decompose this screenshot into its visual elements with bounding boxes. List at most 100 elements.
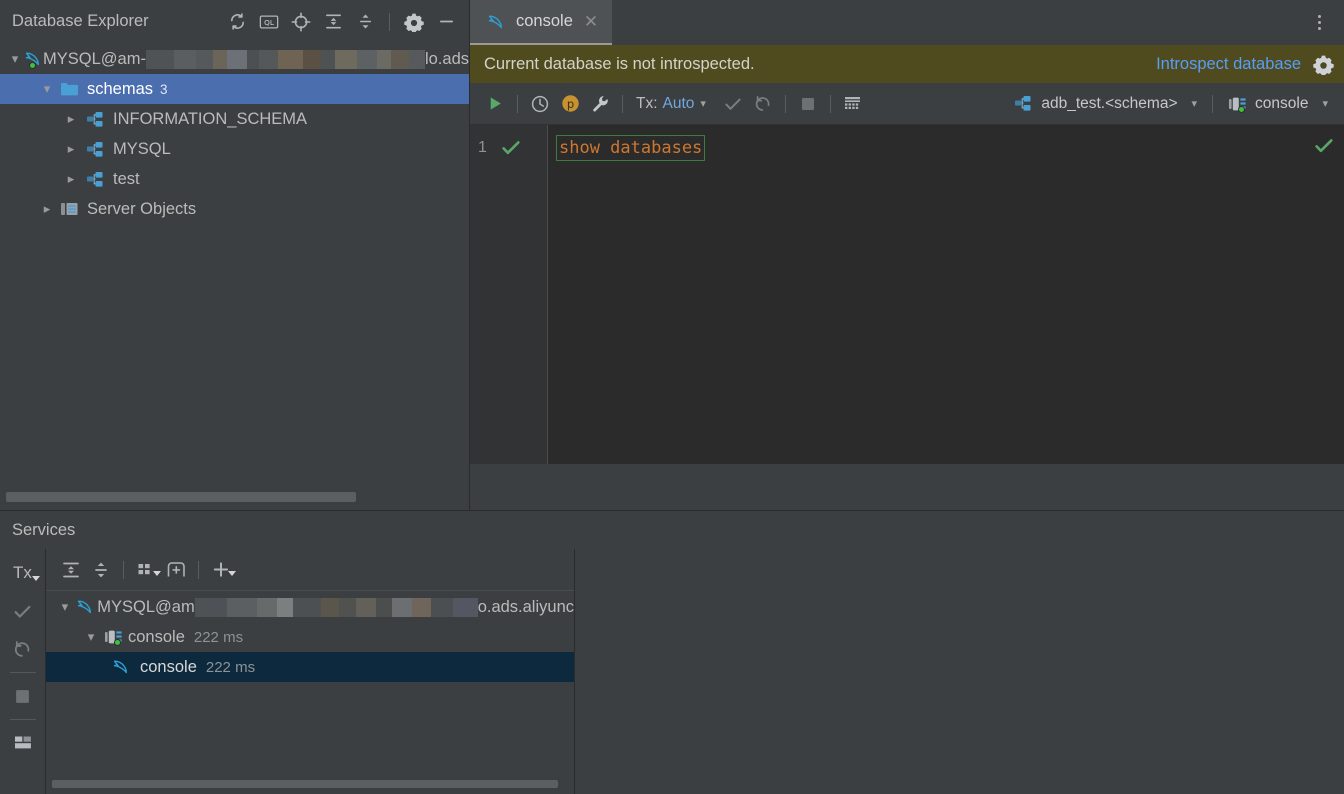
chevron-right-icon[interactable] [62, 171, 80, 187]
tab-label: console [516, 12, 573, 30]
settings-gear-icon[interactable] [399, 7, 429, 37]
services-title-label: Services [12, 520, 76, 539]
database-explorer-horizontal-scrollbar[interactable] [6, 492, 356, 502]
services-tree-horizontal-scrollbar[interactable] [52, 780, 558, 788]
tree-item-server-objects[interactable]: Server Objects [0, 194, 469, 224]
services-title: Services [0, 511, 1344, 549]
services-tree-item-label: console [128, 627, 185, 646]
add-icon[interactable] [206, 555, 236, 585]
rail-divider [9, 719, 36, 720]
toolbar-divider [198, 560, 199, 579]
tx-value-label: Auto [662, 94, 695, 112]
chevron-down-icon[interactable] [82, 629, 100, 645]
database-explorer-tree[interactable]: MYSQL@am- lo.ads s [0, 44, 469, 510]
commit-icon[interactable] [718, 89, 748, 119]
data-source-properties-icon[interactable] [585, 89, 615, 119]
tree-item-label: MYSQL@am- [43, 49, 146, 68]
services-tree[interactable]: MYSQL@am o.ads.aliyunc [46, 592, 574, 794]
layout-icon[interactable] [5, 725, 41, 761]
sql-editor-body[interactable]: 1 show databases [470, 125, 1344, 464]
session-selector-label: console [1255, 94, 1309, 112]
session-duration: 222 ms [193, 628, 244, 646]
tree-item-mysql-schema[interactable]: MYSQL [0, 134, 469, 164]
collapse-all-icon[interactable] [86, 555, 116, 585]
stop-icon[interactable] [793, 89, 823, 119]
transaction-mode-selector[interactable]: Tx: Auto ▾ [630, 95, 712, 113]
scroll-from-source-icon[interactable] [286, 7, 316, 37]
close-icon[interactable]: ✕ [584, 12, 598, 32]
chevron-down-icon[interactable] [58, 599, 72, 615]
chevron-down-icon[interactable]: ▾ [700, 97, 706, 110]
introspect-database-link[interactable]: Introspect database [1156, 55, 1301, 74]
toolbar-divider [622, 94, 623, 113]
database-explorer-toolbar: QL [222, 7, 469, 37]
chevron-down-icon[interactable]: ▾ [1322, 97, 1328, 110]
collapse-all-icon[interactable] [350, 7, 380, 37]
tree-item-label: MYSQL [113, 139, 171, 158]
schema-icon [86, 111, 105, 128]
tx-button[interactable]: Tx [5, 555, 41, 591]
hide-icon[interactable] [431, 7, 461, 37]
tree-item-schemas[interactable]: schemas 3 [0, 74, 469, 104]
group-by-icon[interactable] [131, 555, 161, 585]
introspection-notification-bar: Current database is not introspected. In… [470, 45, 1344, 83]
statement-ok-icon[interactable] [501, 139, 521, 157]
mysql-dolphin-icon [24, 50, 39, 69]
rollback-icon[interactable] [5, 631, 41, 667]
svg-text:p: p [566, 97, 573, 111]
chevron-down-icon[interactable] [153, 564, 161, 582]
open-in-grid-icon[interactable] [838, 89, 868, 119]
chevron-down-icon[interactable] [10, 51, 20, 67]
session-icon [104, 629, 123, 646]
tx-prefix-label: Tx: [636, 94, 658, 112]
toolbar-divider [517, 94, 518, 113]
chevron-down-icon[interactable] [228, 564, 236, 582]
tab-console[interactable]: console ✕ [470, 0, 612, 45]
commit-icon[interactable] [5, 593, 41, 629]
expand-all-icon[interactable] [318, 7, 348, 37]
chevron-down-icon[interactable] [31, 567, 40, 587]
rail-divider [9, 672, 36, 673]
new-tab-icon[interactable] [161, 555, 191, 585]
gutter-line-1: 1 [470, 135, 547, 161]
services-tree-item-suffix: o.ads.aliyunc [477, 597, 574, 616]
rollback-icon[interactable] [748, 89, 778, 119]
redacted-host [145, 49, 425, 69]
expand-all-icon[interactable] [56, 555, 86, 585]
inspection-ok-icon[interactable] [1314, 137, 1334, 155]
refresh-icon[interactable] [222, 7, 252, 37]
tree-item-label-suffix: lo.ads [424, 49, 469, 68]
tree-item-test-schema[interactable]: test [0, 164, 469, 194]
toolbar-divider [123, 560, 124, 579]
stop-icon[interactable] [5, 678, 41, 714]
chevron-down-icon[interactable]: ▾ [1192, 97, 1198, 110]
services-toolbar [46, 549, 574, 591]
settings-gear-icon[interactable] [1313, 54, 1334, 75]
schemas-count: 3 [160, 81, 168, 97]
chevron-right-icon[interactable] [62, 111, 80, 127]
services-tree-item-connection[interactable]: MYSQL@am o.ads.aliyunc [46, 592, 574, 622]
history-icon[interactable] [525, 89, 555, 119]
jump-to-query-console-icon[interactable]: QL [254, 7, 284, 37]
svg-text:QL: QL [264, 18, 275, 27]
chevron-right-icon[interactable] [62, 141, 80, 157]
tree-item-connection[interactable]: MYSQL@am- lo.ads [0, 44, 469, 74]
services-left-rail: Tx [0, 549, 46, 794]
run-icon[interactable] [480, 89, 510, 119]
line-number: 1 [478, 139, 487, 156]
sql-statement-text[interactable]: show databases [556, 135, 706, 161]
chevron-down-icon[interactable] [38, 81, 56, 97]
parameters-icon[interactable]: p [555, 89, 585, 119]
editor-tabbar-actions [1304, 0, 1344, 45]
schema-selector[interactable]: adb_test.<schema> ▾ [1006, 95, 1205, 113]
services-tree-item-console-session[interactable]: console 222 ms [46, 622, 574, 652]
session-selector[interactable]: console ▾ [1220, 95, 1336, 113]
tree-item-information-schema[interactable]: INFORMATION_SCHEMA [0, 104, 469, 134]
more-options-icon[interactable] [1304, 8, 1334, 38]
chevron-right-icon[interactable] [38, 201, 56, 217]
code-area[interactable]: show databases [548, 125, 1344, 464]
services-tree-item-console-statement[interactable]: console 222 ms [46, 652, 574, 682]
database-explorer-title: Database Explorer [12, 12, 149, 30]
folder-icon [60, 81, 79, 97]
statement-duration: 222 ms [205, 658, 256, 676]
